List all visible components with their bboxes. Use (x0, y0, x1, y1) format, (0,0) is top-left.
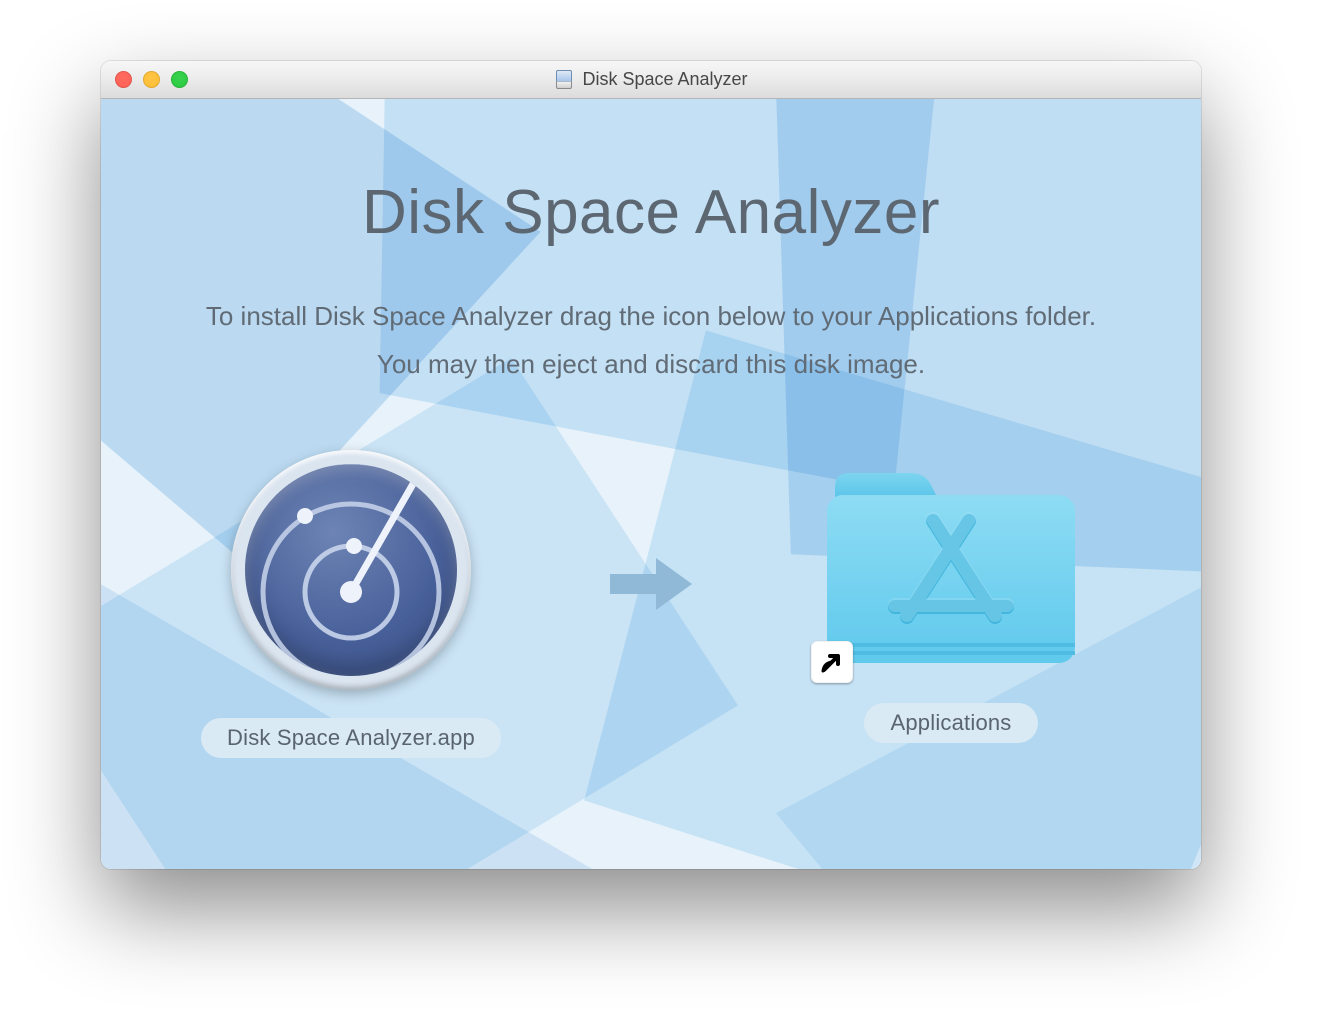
folder-icon (821, 465, 1081, 675)
traffic-lights (101, 71, 188, 88)
installer-window: Disk Space Analyzer Disk Space Analyzer … (101, 61, 1201, 869)
minimize-button[interactable] (143, 71, 160, 88)
radar-icon-svg (245, 464, 457, 676)
instruction-line: To install Disk Space Analyzer drag the … (206, 292, 1096, 340)
instructions: To install Disk Space Analyzer drag the … (206, 292, 1096, 388)
alias-badge-icon (811, 641, 853, 683)
titlebar[interactable]: Disk Space Analyzer (101, 61, 1201, 99)
drag-arrow (606, 544, 696, 624)
applications-label[interactable]: Applications (864, 703, 1037, 743)
icons-row: Disk Space Analyzer.app (101, 450, 1201, 758)
applications-folder-column: Applications (786, 465, 1116, 743)
content-area: Disk Space Analyzer To install Disk Spac… (101, 99, 1201, 869)
page-title: Disk Space Analyzer (362, 177, 940, 248)
instruction-line: You may then eject and discard this disk… (206, 340, 1096, 388)
zoom-button[interactable] (171, 71, 188, 88)
app-label[interactable]: Disk Space Analyzer.app (201, 718, 501, 758)
disk-image-icon (554, 70, 574, 90)
app-icon-column: Disk Space Analyzer.app (186, 450, 516, 758)
applications-folder[interactable] (821, 465, 1081, 675)
arrow-right-icon (606, 552, 696, 616)
app-icon[interactable] (231, 450, 471, 690)
window-title: Disk Space Analyzer (582, 69, 747, 90)
close-button[interactable] (115, 71, 132, 88)
title-center: Disk Space Analyzer (101, 61, 1201, 98)
